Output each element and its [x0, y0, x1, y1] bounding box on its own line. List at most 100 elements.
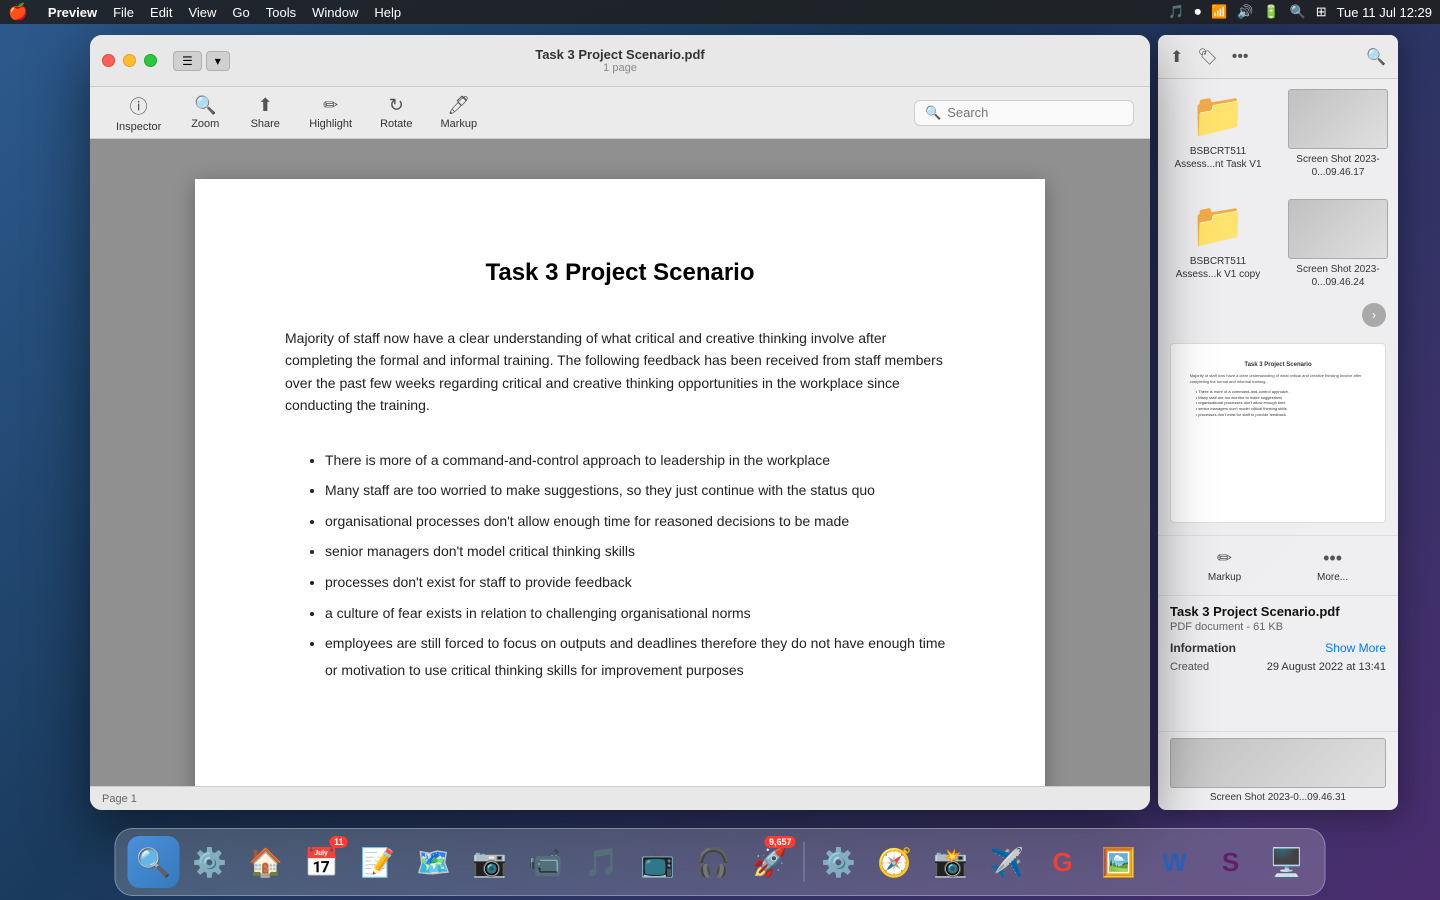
fp-filetype: PDF document - 61 KB	[1170, 621, 1386, 633]
toolbar-zoom[interactable]: 🔍 Zoom	[179, 91, 231, 134]
dock-tv[interactable]: 📺	[632, 836, 684, 888]
menu-tools[interactable]: Tools	[266, 5, 296, 20]
menu-go[interactable]: Go	[232, 5, 249, 20]
dock-imageviewer-icon: 🖼️	[1101, 846, 1136, 879]
status-page-label: Page 1	[102, 793, 137, 805]
menubar-datetime[interactable]: Tue 11 Jul 12:29	[1337, 5, 1432, 20]
dock-word[interactable]: W	[1149, 836, 1201, 888]
dock-notes-icon: 📝	[360, 846, 395, 879]
dock-imageviewer[interactable]: 🖼️	[1093, 836, 1145, 888]
dock-calendar[interactable]: 📅 11	[296, 836, 348, 888]
dock-chrome[interactable]: G	[1037, 836, 1089, 888]
fp-show-more-button[interactable]: Show More	[1325, 641, 1386, 655]
dock-safari-icon: 🧭	[877, 846, 912, 879]
share-icon: ⬆	[258, 95, 273, 116]
menubar-music-icon[interactable]: 🎵	[1168, 4, 1184, 20]
maximize-button[interactable]	[144, 54, 157, 67]
toolbar-inspector[interactable]: ⓘ Inspector	[106, 89, 171, 137]
view-dropdown-button[interactable]: ▾	[206, 51, 230, 71]
dock-slack[interactable]: S	[1205, 836, 1257, 888]
fp-share-icon[interactable]: ⬆	[1170, 47, 1183, 67]
fp-item-screenshot2[interactable]: Screen Shot 2023-0...09.46.24	[1282, 193, 1394, 295]
dock-screenium[interactable]: 🖥️	[1261, 836, 1313, 888]
menu-view[interactable]: View	[188, 5, 216, 20]
dock-sysprefs[interactable]: ⚙️	[813, 836, 865, 888]
fp-markup-icon: ✏	[1217, 548, 1232, 569]
dock-launchpad[interactable]: ⚙️	[184, 836, 236, 888]
fp-preview-thumbnail: Task 3 Project Scenario Majority of staf…	[1170, 343, 1386, 523]
dock-notes[interactable]: 📝	[352, 836, 404, 888]
toolbar-rotate[interactable]: ↻ Rotate	[370, 91, 422, 134]
fp-bottom-screenshot-label: Screen Shot 2023-0...09.46.31	[1170, 791, 1386, 804]
fp-items-grid: 📁 BSBCRT511 Assess...nt Task V1 Screen S…	[1158, 79, 1398, 299]
view-sidebar-button[interactable]: ☰	[173, 51, 202, 71]
fp-overflow-icon[interactable]: •••	[1232, 48, 1249, 66]
toolbar-highlight[interactable]: ✏ Highlight	[299, 91, 362, 134]
markup-label: Markup	[440, 118, 477, 130]
pdf-page: Task 3 Project Scenario Majority of staf…	[195, 179, 1045, 786]
fp-preview-actions: ✏ Markup ••• More...	[1158, 536, 1398, 596]
dock-telegram[interactable]: ✈️	[981, 836, 1033, 888]
fp-search-icon[interactable]: 🔍	[1366, 47, 1386, 67]
fp-bottom-screenshot-thumb	[1170, 738, 1386, 788]
dock-home-icon: 🏠	[248, 846, 283, 879]
fp-created-label: Created	[1170, 661, 1209, 673]
menubar-control-icon[interactable]: ⊞	[1316, 4, 1327, 20]
dock-divider	[804, 842, 805, 882]
dock-facetime[interactable]: 📹	[520, 836, 572, 888]
menubar-wifi-icon[interactable]: 📶	[1211, 4, 1227, 20]
minimize-button[interactable]	[123, 54, 136, 67]
dock-screenium-icon: 🖥️	[1269, 846, 1304, 879]
fp-thumbnail-content: Task 3 Project Scenario Majority of staf…	[1182, 353, 1375, 513]
list-item: a culture of fear exists in relation to …	[325, 600, 955, 627]
fp-item-label-3: BSBCRT511 Assess...k V1 copy	[1168, 255, 1268, 281]
dock-podcasts[interactable]: 🎧	[688, 836, 740, 888]
search-input[interactable]	[947, 105, 1097, 120]
dock-appstore[interactable]: 🚀 9,657	[744, 836, 796, 888]
menubar-volume-icon[interactable]: 🔊	[1237, 4, 1253, 20]
dock-appstore-badge: 9,657	[765, 836, 796, 848]
pdf-paragraph: Majority of staff now have a clear under…	[285, 327, 955, 417]
menu-file[interactable]: File	[113, 5, 134, 20]
fp-expand-button[interactable]: ›	[1362, 303, 1386, 327]
window-filename: Task 3 Project Scenario.pdf	[535, 47, 705, 62]
fp-tag-icon[interactable]: 🏷	[1197, 47, 1217, 67]
fp-item-screenshot1[interactable]: Screen Shot 2023-0...09.46.17	[1282, 83, 1394, 185]
apple-menu-icon[interactable]: 🍎	[8, 2, 28, 22]
dock-safari[interactable]: 🧭	[869, 836, 921, 888]
screenshot-thumb-2	[1288, 199, 1388, 259]
menu-window[interactable]: Window	[312, 5, 358, 20]
fp-bottom-screenshot[interactable]: Screen Shot 2023-0...09.46.31	[1158, 731, 1398, 810]
fp-item-folder1[interactable]: 📁 BSBCRT511 Assess...nt Task V1	[1162, 83, 1274, 185]
pdf-bullet-list: There is more of a command-and-control a…	[285, 447, 955, 684]
menu-edit[interactable]: Edit	[150, 5, 172, 20]
list-item: Many staff are too worried to make sugge…	[325, 477, 955, 504]
toolbar-share[interactable]: ⬆ Share	[239, 91, 291, 134]
dock-photos[interactable]: 📷	[464, 836, 516, 888]
menu-help[interactable]: Help	[374, 5, 401, 20]
fp-created-value: 29 August 2022 at 13:41	[1267, 661, 1386, 673]
dock-preview-icon: 📸	[933, 846, 968, 879]
close-button[interactable]	[102, 54, 115, 67]
fp-arrow-container: ›	[1158, 299, 1398, 331]
dock-home[interactable]: 🏠	[240, 836, 292, 888]
dock-calendar-icon: 📅	[304, 846, 339, 879]
dock-maps[interactable]: 🗺️	[408, 836, 460, 888]
fp-action-markup[interactable]: ✏ Markup	[1200, 544, 1249, 587]
fp-item-label-1: BSBCRT511 Assess...nt Task V1	[1168, 145, 1268, 171]
dock-music[interactable]: 🎵	[576, 836, 628, 888]
view-toggle: ☰ ▾	[173, 51, 230, 71]
dock-preview[interactable]: 📸	[925, 836, 977, 888]
menubar-battery-icon[interactable]: 🔋	[1263, 4, 1279, 20]
dock-maps-icon: 🗺️	[416, 846, 451, 879]
toolbar-search[interactable]: 🔍	[914, 100, 1134, 126]
menubar-search-icon[interactable]: 🔍	[1290, 4, 1306, 20]
document-area[interactable]: Task 3 Project Scenario Majority of staf…	[90, 139, 1150, 786]
menubar-record-icon[interactable]: ⏺	[1194, 4, 1201, 20]
toolbar-markup[interactable]: 🖊 Markup	[430, 91, 487, 134]
app-name[interactable]: Preview	[48, 5, 97, 20]
inspector-icon: ⓘ	[130, 93, 148, 119]
dock-finder[interactable]: 🔍	[128, 836, 180, 888]
fp-item-folder2[interactable]: 📁 BSBCRT511 Assess...k V1 copy	[1162, 193, 1274, 295]
fp-action-more[interactable]: ••• More...	[1309, 544, 1356, 587]
